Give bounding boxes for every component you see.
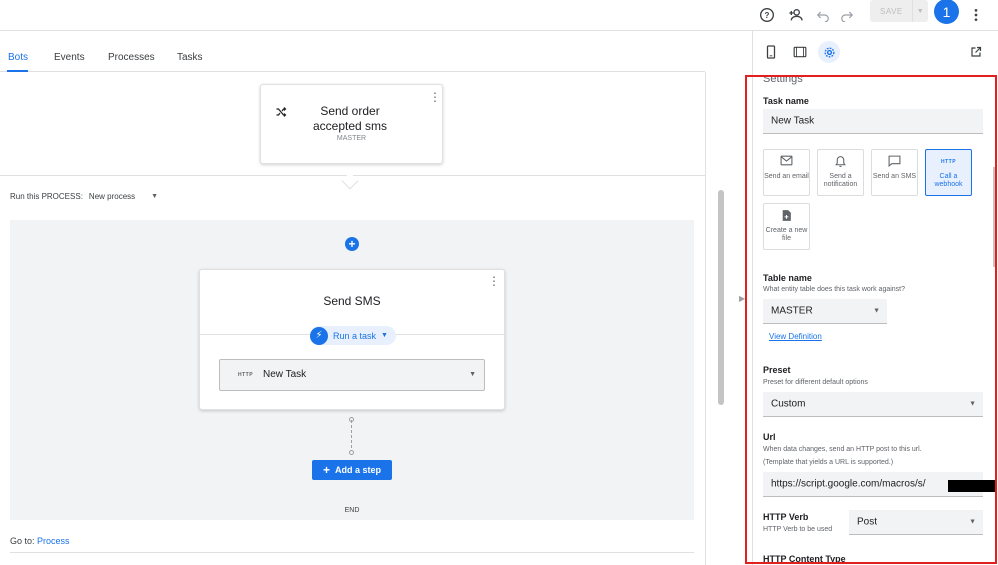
event-table: MASTER [336, 135, 367, 142]
event-more-icon[interactable]: ⋮ [429, 91, 441, 103]
task-select[interactable]: HTTP New Task ▼ [219, 359, 485, 391]
add-step-label: Add a step [335, 465, 382, 475]
goto-process-link[interactable]: Process [37, 536, 70, 546]
url-hint-template: (Template that yields a URL is supported… [763, 459, 894, 466]
add-person-icon[interactable] [784, 3, 808, 27]
connector-dot [349, 450, 354, 455]
run-process-select[interactable]: New process [89, 192, 135, 201]
goto-row: Go to: Process [10, 536, 70, 546]
tab-events[interactable]: Events [54, 52, 85, 63]
event-card[interactable]: Send order accepted sms MASTER ⋮ [260, 84, 443, 164]
step-title: Send SMS [323, 294, 381, 308]
divider [10, 552, 694, 553]
chevron-down-icon: ▼ [873, 307, 880, 315]
save-button[interactable]: SAVE ▼ [870, 0, 928, 22]
phone-preview-icon[interactable] [762, 43, 780, 61]
view-definition-link[interactable]: View Definition [769, 332, 822, 341]
task-type-send-notification[interactable]: Send a notification [817, 149, 864, 196]
goto-label: Go to: [10, 536, 35, 546]
help-icon[interactable]: ? [755, 3, 779, 27]
task-type-create-file[interactable]: Create a new file [763, 203, 810, 250]
url-hint: When data changes, send an HTTP post to … [763, 446, 922, 453]
tab-processes[interactable]: Processes [108, 52, 155, 63]
task-name-input[interactable]: New Task [763, 109, 983, 134]
task-type-send-email[interactable]: Send an email [763, 149, 810, 196]
http-icon: HTTP [940, 159, 957, 165]
preset-select[interactable]: Custom ▼ [763, 392, 983, 417]
plus-icon: + [322, 463, 330, 477]
task-name-label: Task name [763, 96, 809, 106]
table-name-value: MASTER [771, 305, 813, 317]
preset-label: Preset [763, 365, 791, 375]
run-process-label: Run this PROCESS: [10, 192, 83, 201]
url-input[interactable]: https://script.google.com/macros/s/ [763, 472, 995, 497]
tablet-preview-icon[interactable] [791, 43, 809, 61]
redo-icon[interactable] [835, 3, 859, 27]
step-card[interactable]: Send SMS ⋮ ⚡ Run a task ▼ HTTP New Task … [199, 269, 505, 410]
http-verb-value: Post [857, 516, 878, 528]
chevron-down-icon: ▼ [381, 332, 388, 339]
file-icon [764, 209, 809, 224]
settings-heading: Settings [763, 75, 803, 85]
connector-line [351, 420, 352, 453]
panel-scrollbar[interactable] [993, 167, 995, 267]
save-button-label: SAVE [880, 6, 903, 16]
sms-icon [872, 155, 917, 170]
run-task-chip[interactable]: ⚡ Run a task ▼ [310, 326, 396, 345]
add-circle-icon[interactable]: + [345, 237, 359, 251]
settings-gear-icon[interactable] [818, 41, 840, 63]
preset-hint: Preset for different default options [763, 379, 868, 386]
top-bar: ? SAVE ▼ 1 [0, 0, 998, 31]
tab-tasks[interactable]: Tasks [177, 52, 203, 63]
more-vert-icon[interactable] [964, 3, 988, 27]
tab-bots[interactable]: Bots [8, 52, 28, 63]
http-verb-hint: HTTP Verb to be used [763, 526, 833, 533]
task-type-label: Send an email [764, 173, 809, 180]
chevron-down-icon: ▼ [969, 518, 976, 526]
add-step-button[interactable]: + Add a step [312, 460, 392, 480]
task-name-value: New Task [771, 115, 815, 127]
chevron-down-icon: ▼ [969, 400, 976, 408]
bell-icon [818, 155, 863, 170]
http-verb-select[interactable]: Post ▼ [849, 510, 983, 535]
table-name-hint: What entity table does this task work ag… [763, 286, 906, 293]
http-verb-label: HTTP Verb [763, 512, 809, 522]
redacted-block [948, 480, 995, 492]
table-name-select[interactable]: MASTER ▼ [763, 299, 887, 324]
run-process-row: Run this PROCESS: New process ▼ [10, 192, 158, 201]
task-type-label: Send a notification [823, 173, 858, 188]
divider [705, 72, 706, 565]
avatar[interactable]: 1 [934, 0, 959, 24]
task-type-call-webhook[interactable]: HTTP Call a webhook [925, 149, 972, 196]
task-type-send-sms[interactable]: Send an SMS [871, 149, 918, 196]
save-dropdown-icon[interactable]: ▼ [912, 0, 928, 22]
bolt-icon: ⚡ [310, 326, 328, 345]
canvas-scrollbar[interactable] [718, 190, 724, 405]
task-type-label: Create a new file [765, 227, 808, 242]
http-icon: HTTP [238, 372, 254, 378]
undo-icon[interactable] [811, 3, 835, 27]
svg-text:?: ? [765, 11, 770, 20]
end-label: END [344, 507, 360, 514]
url-label: Url [763, 432, 776, 442]
http-content-type-label: HTTP Content Type [763, 554, 846, 564]
step-more-icon[interactable]: ⋮ [488, 275, 500, 287]
chevron-down-icon[interactable]: ▼ [151, 193, 158, 200]
event-title: Send order accepted sms [312, 104, 388, 133]
task-select-value: New Task [263, 369, 307, 380]
process-flow: + Send SMS ⋮ ⚡ Run a task ▼ HTTP New Tas… [10, 220, 694, 520]
task-type-label: Call a webhook [934, 173, 963, 188]
run-task-label: Run a task [333, 330, 377, 341]
url-value: https://script.google.com/macros/s/ [771, 478, 926, 490]
settings-panel: Settings Task name New Task Send an emai… [745, 75, 997, 564]
tab-bar: Bots Events Processes Tasks [0, 31, 705, 72]
email-icon [764, 155, 809, 170]
shuffle-icon [275, 106, 287, 121]
bot-editor-canvas: Send order accepted sms MASTER ⋮ Run thi… [0, 72, 705, 565]
preset-value: Custom [771, 398, 806, 410]
chevron-down-icon: ▼ [469, 371, 476, 378]
task-type-label: Send an SMS [872, 173, 917, 180]
table-name-label: Table name [763, 273, 812, 283]
open-new-window-icon[interactable] [967, 43, 985, 61]
